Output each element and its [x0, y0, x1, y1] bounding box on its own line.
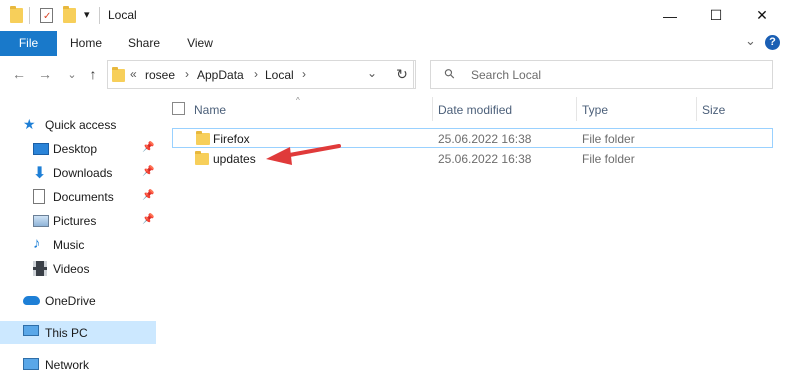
toolbar-divider: [29, 7, 30, 24]
sidebar-item-downloads[interactable]: ⬇ Downloads 📌: [0, 162, 156, 184]
maximize-button[interactable]: ☐: [693, 0, 739, 31]
recent-locations-button[interactable]: ⌄: [62, 63, 82, 85]
breadcrumb-separator[interactable]: ›: [254, 67, 258, 81]
address-overflow[interactable]: «: [130, 67, 137, 81]
sidebar-item-onedrive[interactable]: OneDrive: [0, 290, 156, 312]
breadcrumb-appdata[interactable]: AppData: [197, 68, 244, 82]
navigation-pane: ★ Quick access Desktop 📌 ⬇ Downloads 📌 D…: [0, 96, 158, 390]
forward-button[interactable]: →: [35, 63, 55, 85]
column-header-size[interactable]: Size: [702, 103, 725, 117]
new-folder-icon[interactable]: [63, 6, 76, 23]
folder-icon: [196, 131, 210, 145]
video-icon: [33, 261, 47, 276]
window-title: Local: [108, 8, 137, 22]
pin-icon[interactable]: 📌: [142, 142, 154, 153]
tab-home[interactable]: Home: [62, 31, 110, 56]
ribbon-tabs: File Home Share View ⌄ ?: [0, 31, 785, 56]
cloud-icon: [23, 296, 40, 305]
column-divider[interactable]: [576, 97, 577, 121]
folder-icon: [10, 6, 23, 23]
network-icon: [23, 358, 39, 370]
sidebar-item-documents[interactable]: Documents 📌: [0, 186, 156, 208]
sidebar-item-label: OneDrive: [45, 294, 96, 308]
sidebar-item-label: Downloads: [53, 166, 113, 180]
column-header-type[interactable]: Type: [582, 103, 608, 117]
sidebar-item-label: Network: [45, 358, 90, 372]
sidebar-item-label: Music: [53, 238, 85, 252]
search-placeholder: Search Local: [471, 68, 542, 82]
title-divider: [99, 7, 100, 24]
sort-indicator-icon: ^: [296, 96, 300, 105]
help-icon[interactable]: ?: [765, 35, 780, 50]
file-name: updates: [213, 152, 256, 166]
sidebar-item-videos[interactable]: Videos: [0, 258, 156, 280]
file-date-modified: 25.06.2022 16:38: [438, 152, 532, 166]
breadcrumb-separator[interactable]: ›: [185, 67, 189, 81]
file-date-modified: 25.06.2022 16:38: [438, 132, 532, 146]
column-divider[interactable]: [696, 97, 697, 121]
address-dropdown-icon[interactable]: ⌄: [367, 66, 377, 80]
document-icon: [33, 189, 45, 204]
back-button[interactable]: ←: [9, 63, 29, 85]
sidebar-item-desktop[interactable]: Desktop 📌: [0, 138, 156, 160]
breadcrumb-separator[interactable]: ›: [302, 67, 306, 81]
sidebar-item-label: Documents: [53, 190, 114, 204]
breadcrumb-rosee[interactable]: rosee: [145, 68, 175, 82]
close-button[interactable]: ✕: [739, 0, 785, 31]
sidebar-item-label: Desktop: [53, 142, 98, 156]
search-icon: ⚲: [440, 64, 459, 83]
address-bar[interactable]: « rosee › AppData › Local › ⌄: [107, 60, 414, 89]
pin-icon[interactable]: 📌: [142, 214, 154, 225]
up-button[interactable]: ↑: [83, 63, 103, 85]
annotation-arrow-icon: [266, 144, 341, 165]
minimize-button[interactable]: —: [647, 0, 693, 31]
music-icon: ♪: [33, 235, 41, 252]
sidebar-item-pictures[interactable]: Pictures 📌: [0, 210, 156, 232]
tab-file[interactable]: File: [0, 31, 57, 56]
sidebar-item-label: Pictures: [53, 214, 97, 228]
sidebar-item-label: Quick access: [45, 118, 117, 132]
tab-share[interactable]: Share: [120, 31, 168, 56]
title-bar: ✓ ▾ Local — ☐ ✕: [0, 0, 785, 31]
pin-icon[interactable]: 📌: [142, 166, 154, 177]
file-type: File folder: [582, 132, 635, 146]
picture-icon: [33, 215, 49, 227]
sidebar-item-network[interactable]: Network: [0, 354, 156, 376]
quick-access-toolbar-dropdown[interactable]: ▾: [84, 8, 90, 21]
column-header-date-modified[interactable]: Date modified: [438, 103, 512, 117]
column-divider[interactable]: [432, 97, 433, 121]
properties-icon[interactable]: ✓: [40, 8, 53, 23]
refresh-button[interactable]: ↻: [389, 60, 416, 89]
sidebar-item-label: This PC: [45, 326, 88, 340]
desktop-icon: [33, 143, 49, 155]
sidebar-item-this-pc[interactable]: This PC: [0, 321, 156, 344]
file-type: File folder: [582, 152, 635, 166]
folder-icon: [195, 151, 209, 165]
sidebar-item-music[interactable]: ♪ Music: [0, 234, 156, 256]
file-name: Firefox: [213, 132, 250, 146]
select-all-checkbox[interactable]: [172, 102, 185, 115]
folder-icon: [112, 67, 125, 82]
search-input[interactable]: ⚲ Search Local: [430, 60, 773, 89]
download-icon: ⬇: [33, 165, 47, 182]
tab-view[interactable]: View: [176, 31, 224, 56]
expand-ribbon-icon[interactable]: ⌄: [745, 33, 756, 49]
sidebar-item-quick-access[interactable]: ★ Quick access: [0, 114, 156, 136]
column-header-name[interactable]: Name: [194, 103, 226, 117]
star-icon: ★: [23, 116, 36, 132]
sidebar-item-label: Videos: [53, 262, 90, 276]
breadcrumb-local[interactable]: Local: [265, 68, 294, 82]
pin-icon[interactable]: 📌: [142, 190, 154, 201]
computer-icon: [23, 325, 39, 336]
